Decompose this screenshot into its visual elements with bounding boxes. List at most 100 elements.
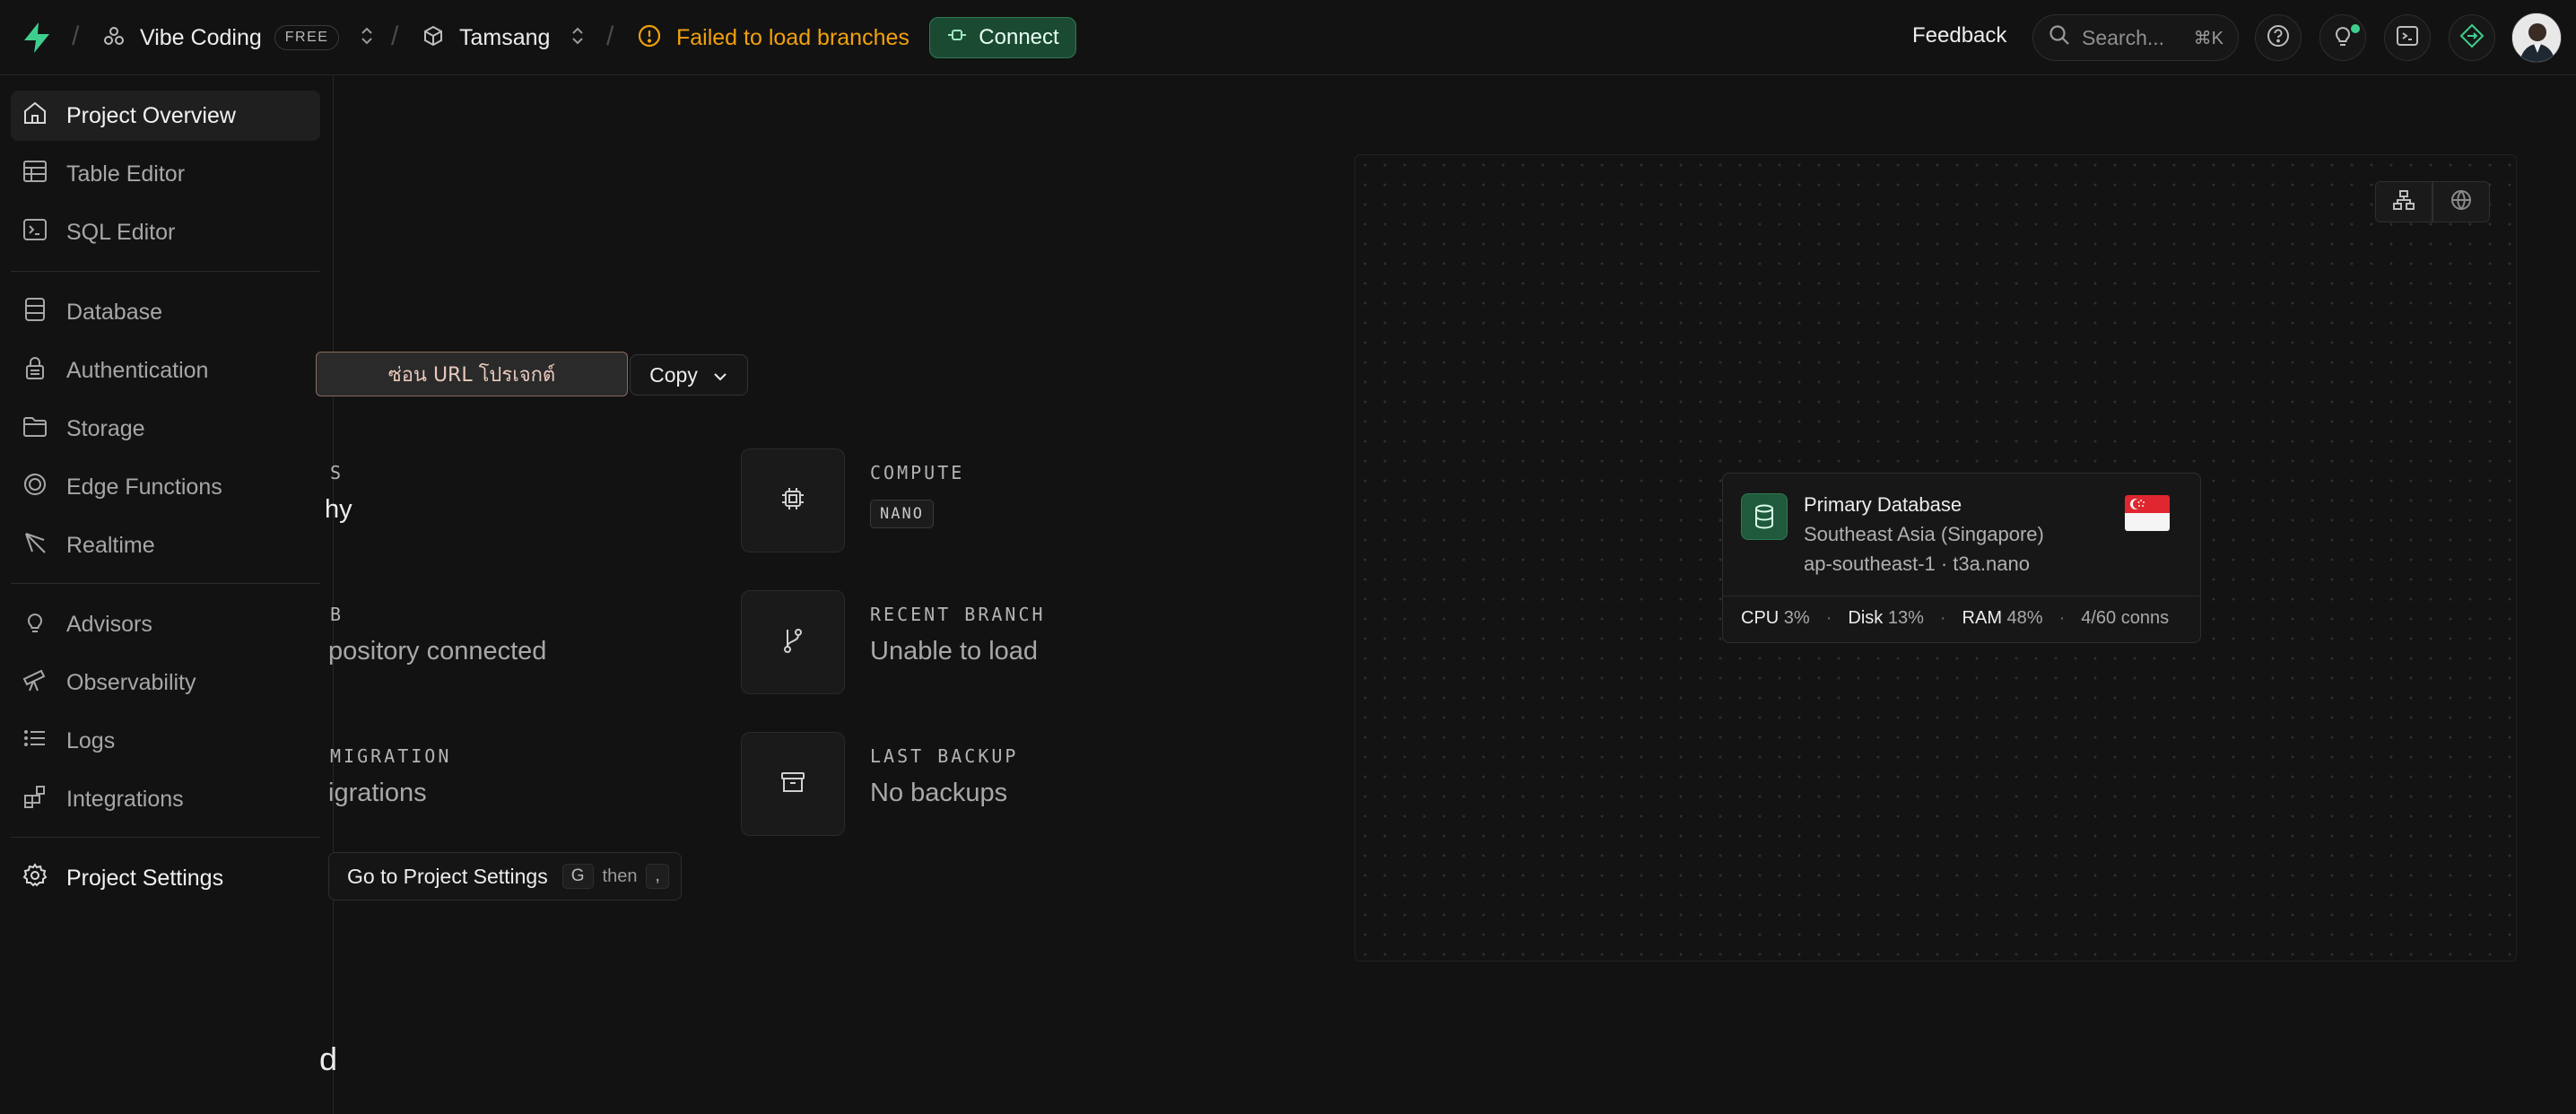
database-instance: ap-southeast-1 · t3a.nano <box>1804 553 2030 575</box>
sidebar-item-label: Storage <box>66 415 145 441</box>
search-button[interactable]: Search... ⌘K <box>2032 14 2239 61</box>
recent-branch-value: Unable to load <box>870 637 1039 666</box>
sidebar-item-label: Edge Functions <box>66 474 222 500</box>
globe-icon <box>2450 188 2473 216</box>
notification-dot <box>2351 24 2360 33</box>
supabase-logo-icon[interactable] <box>22 22 52 54</box>
help-button[interactable] <box>2255 14 2302 61</box>
sidebar-item-label: Advisors <box>66 611 152 637</box>
sidebar-item-label: Integrations <box>66 786 184 812</box>
compute-size-badge: NANO <box>870 500 934 528</box>
terminal-button[interactable] <box>2384 14 2431 61</box>
database-metrics: CPU 3% · Disk 13% · RAM 48% · 4/60 conns <box>1741 608 2170 628</box>
home-icon <box>22 100 48 133</box>
last-backup-value: No backups <box>870 779 1008 807</box>
sidebar-item-logs[interactable]: Logs <box>11 716 320 766</box>
sidebar-item-label: Observability <box>66 669 196 695</box>
sidebar-item-project-overview[interactable]: Project Overview <box>11 91 320 141</box>
project-selector[interactable]: Tamsang <box>422 22 586 54</box>
section-heading-partial: d <box>319 1040 338 1077</box>
backup-stat-icon-box <box>741 732 845 836</box>
edge-functions-icon <box>22 471 48 504</box>
chevron-up-down-icon[interactable] <box>359 24 375 52</box>
migration-value: igrations <box>328 779 427 807</box>
sidebar-item-integrations[interactable]: Integrations <box>11 774 320 824</box>
sidebar-item-advisors[interactable]: Advisors <box>11 599 320 649</box>
org-icon <box>102 24 126 52</box>
help-circle-icon <box>2266 23 2291 53</box>
sidebar-divider <box>11 271 320 272</box>
compute-stat-icon-box <box>741 448 845 553</box>
sitemap-icon <box>2392 188 2415 216</box>
sidebar-item-label: Project Overview <box>66 102 236 128</box>
hide-project-url-button[interactable]: ซ่อน URL โปรเจกต์ <box>316 352 628 396</box>
branch-stat-icon-box <box>741 590 845 694</box>
feedback-button[interactable]: Feedback <box>1912 23 2006 48</box>
box-icon <box>422 24 445 52</box>
ram-metric: RAM 48% <box>1962 608 2043 628</box>
database-title: Primary Database <box>1804 493 1962 516</box>
assistant-button[interactable] <box>2449 14 2495 61</box>
project-settings-tooltip: Go to Project Settings G then , <box>328 852 682 901</box>
table-icon <box>22 158 48 191</box>
git-branch-icon <box>779 626 807 659</box>
status-label: S <box>330 462 344 483</box>
database-icon <box>22 296 48 329</box>
status-value: hy <box>325 495 352 524</box>
sidebar-item-edge-functions[interactable]: Edge Functions <box>11 462 320 512</box>
plug-icon <box>946 25 968 50</box>
github-value: pository connected <box>328 637 547 666</box>
cpu-icon <box>779 484 807 518</box>
sidebar-item-label: Authentication <box>66 357 209 383</box>
sidebar-item-table-editor[interactable]: Table Editor <box>11 149 320 199</box>
sidebar-item-sql-editor[interactable]: SQL Editor <box>11 207 320 257</box>
lock-icon <box>22 354 48 387</box>
sidebar-item-storage[interactable]: Storage <box>11 404 320 454</box>
advisor-button[interactable] <box>2319 14 2366 61</box>
recent-branch-label: RECENT BRANCH <box>870 604 1046 625</box>
folder-icon <box>22 413 48 446</box>
tooltip-text: Go to Project Settings <box>347 864 548 888</box>
sidebar-divider <box>11 837 320 838</box>
diamond-icon <box>2459 22 2485 54</box>
compute-label: COMPUTE <box>870 462 965 483</box>
breadcrumb-separator: / <box>72 22 80 51</box>
sidebar-item-label: Logs <box>66 727 116 753</box>
sidebar-item-label: Realtime <box>66 532 155 558</box>
sidebar-item-label: SQL Editor <box>66 219 176 245</box>
copy-label: Copy <box>649 362 698 387</box>
breadcrumb-separator: / <box>391 22 399 51</box>
sidebar-item-label: Database <box>66 299 163 325</box>
disk-metric: Disk 13% <box>1848 608 1924 628</box>
sidebar-item-database[interactable]: Database <box>11 287 320 337</box>
migration-label: MIGRATION <box>330 745 452 767</box>
project-name: Tamsang <box>459 24 551 50</box>
globe-view-button[interactable] <box>2432 181 2490 222</box>
sidebar-item-project-settings[interactable]: Project Settings <box>11 853 320 903</box>
singapore-flag-icon <box>2125 495 2170 531</box>
primary-database-card[interactable]: Primary Database Southeast Asia (Singapo… <box>1722 473 2201 643</box>
chevron-up-down-icon[interactable] <box>570 24 586 52</box>
branch-selector[interactable]: Failed to load branches <box>637 22 909 54</box>
cpu-metric: CPU 3% <box>1741 608 1810 628</box>
terminal-icon <box>2395 23 2420 53</box>
sidebar-item-observability[interactable]: Observability <box>11 657 320 708</box>
shortcut-key-g: G <box>561 864 594 889</box>
search-placeholder: Search... <box>2082 25 2165 49</box>
copy-dropdown-button[interactable]: Copy <box>630 354 748 396</box>
database-region: Southeast Asia (Singapore) <box>1804 523 2044 545</box>
connect-label: Connect <box>979 25 1059 49</box>
chevron-down-icon <box>712 363 728 387</box>
breadcrumb-separator: / <box>606 22 614 51</box>
avatar[interactable] <box>2511 13 2562 63</box>
list-icon <box>22 725 48 758</box>
archive-icon <box>779 768 807 801</box>
sidebar-item-realtime[interactable]: Realtime <box>11 520 320 570</box>
diagram-view-button[interactable] <box>2375 181 2432 222</box>
org-selector[interactable]: Vibe Coding FREE <box>102 22 375 54</box>
connections-metric: 4/60 conns <box>2081 608 2170 628</box>
sidebar-item-authentication[interactable]: Authentication <box>11 345 320 396</box>
connect-button[interactable]: Connect <box>929 17 1076 58</box>
branch-error-text: Failed to load branches <box>676 24 909 50</box>
gear-icon <box>22 862 48 895</box>
